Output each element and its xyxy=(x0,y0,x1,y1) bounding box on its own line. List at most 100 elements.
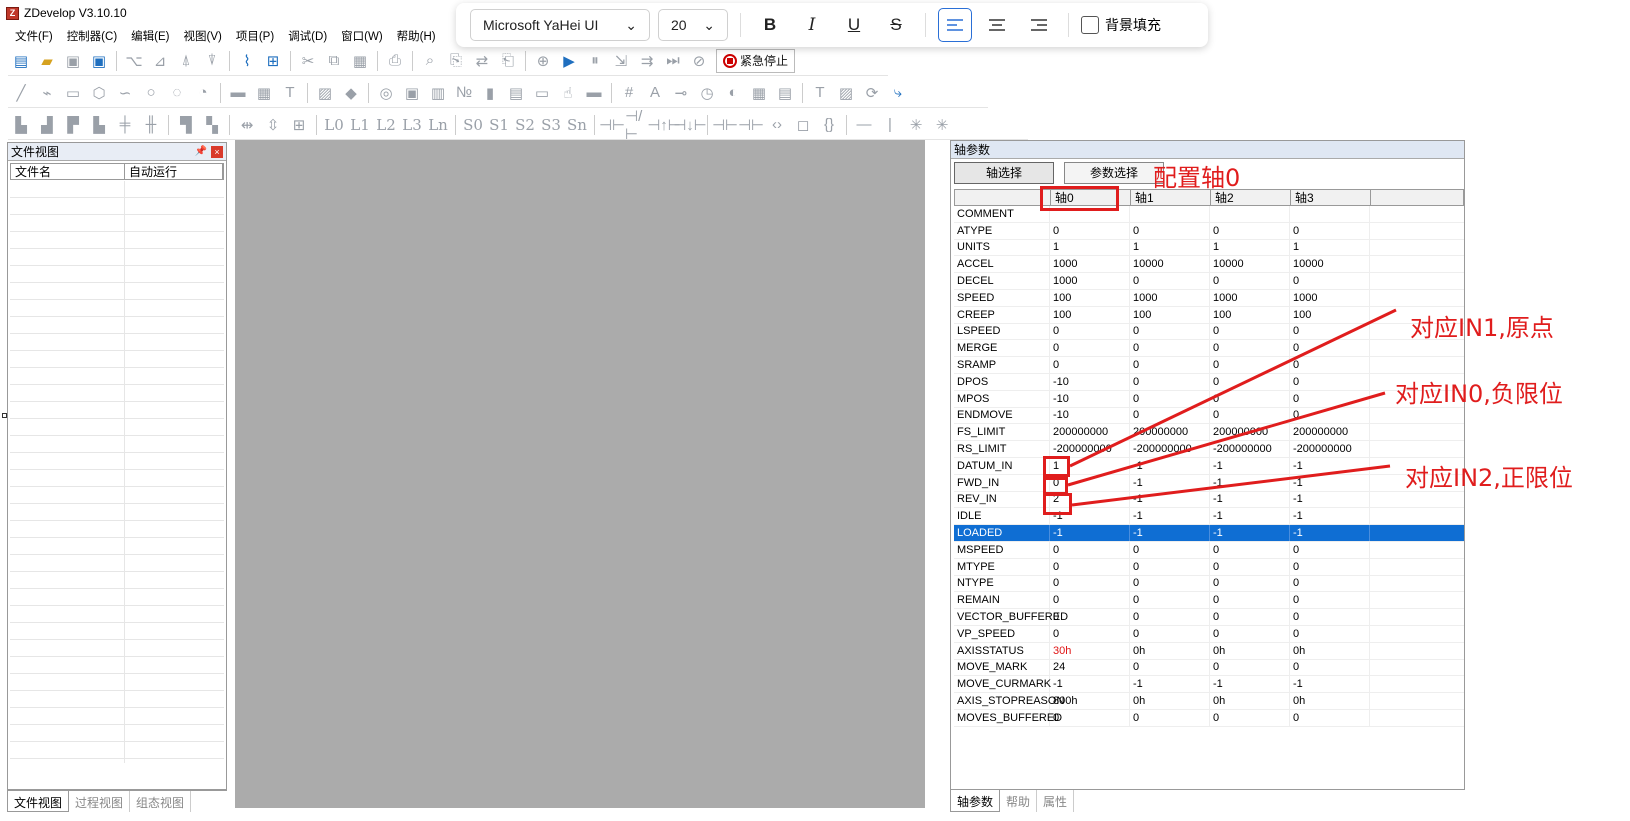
same-width-icon[interactable]: ▜ xyxy=(173,113,199,137)
param-value-cell[interactable]: 0 xyxy=(1130,340,1210,357)
table-row[interactable]: VECTOR_BUFFERED 0 0 0 0 xyxy=(954,609,1464,626)
bold-button[interactable]: B xyxy=(753,8,787,42)
param-value-cell[interactable]: 0 xyxy=(1210,592,1290,609)
table-row[interactable]: COMMENT xyxy=(954,206,1464,223)
button-icon[interactable]: ▭ xyxy=(529,81,555,105)
table-row[interactable]: REV_IN 2 -1 -1 -1 xyxy=(954,491,1464,509)
curve-icon[interactable]: ∽ xyxy=(112,81,138,105)
line-icon[interactable]: ╱ xyxy=(8,81,34,105)
coil-icon[interactable]: ‹› xyxy=(764,113,790,137)
param-value-cell[interactable]: -1 xyxy=(1210,676,1290,693)
param-value-cell[interactable]: 0 xyxy=(1130,609,1210,625)
param-value-cell[interactable]: 0 xyxy=(1130,709,1210,726)
param-value-cell[interactable]: 1000 xyxy=(1130,289,1210,306)
menu-project[interactable]: 项目(P) xyxy=(229,28,281,44)
table-row[interactable]: AXIS_STOPREASON 800h 0h 0h 0h xyxy=(954,693,1464,710)
align-left-obj-icon[interactable]: ▙ xyxy=(8,113,34,137)
emergency-stop-button[interactable]: 紧急停止 xyxy=(716,48,796,73)
param-value-cell[interactable]: 10000 xyxy=(1210,256,1290,273)
param-value-cell[interactable]: 0 xyxy=(1210,541,1290,558)
param-value-cell[interactable]: 0 xyxy=(1050,357,1130,373)
cut-icon[interactable]: ✂ xyxy=(295,49,321,73)
param-value-cell[interactable]: -10 xyxy=(1050,407,1130,424)
axis-select-button[interactable]: 轴选择 xyxy=(954,161,1054,184)
param-value-cell[interactable]: 1 xyxy=(1290,239,1370,256)
param-value-cell[interactable]: 0 xyxy=(1210,659,1290,676)
param-value-cell[interactable]: 0 xyxy=(1210,222,1290,239)
parallel-no-icon[interactable]: ⊣⊢ xyxy=(712,113,738,137)
param-value-cell[interactable]: 0h xyxy=(1290,693,1370,709)
table-row[interactable]: MOVE_MARK 24 0 0 0 xyxy=(954,659,1464,677)
table-row[interactable]: FWD_IN 0 -1 -1 -1 xyxy=(954,474,1464,492)
project-tree-icon[interactable]: ⌥ xyxy=(121,49,147,73)
tab-config-view[interactable]: 组态视图 xyxy=(130,791,192,812)
center-icon[interactable]: ⊞ xyxy=(286,113,312,137)
param-value-cell[interactable]: 0 xyxy=(1210,390,1290,407)
table-row[interactable]: MOVE_CURMARK -1 -1 -1 -1 xyxy=(954,676,1464,694)
param-value-cell[interactable]: 0h xyxy=(1130,642,1210,659)
param-value-cell[interactable]: 10000 xyxy=(1290,256,1370,273)
space-v-icon[interactable]: ⇳ xyxy=(260,113,286,137)
new-file-icon[interactable]: ▤ xyxy=(8,49,34,73)
align-right-button[interactable] xyxy=(1022,8,1056,42)
param-value-cell[interactable]: -200000000 xyxy=(1050,441,1130,457)
table-row[interactable]: ACCEL 1000 10000 10000 10000 xyxy=(954,256,1464,274)
instruction-icon[interactable]: ◻ xyxy=(790,113,816,137)
param-value-cell[interactable]: 0h xyxy=(1290,642,1370,659)
param-value-cell[interactable]: 0 xyxy=(1210,407,1290,424)
step-end-icon[interactable]: ⏭ xyxy=(660,49,686,73)
number-icon[interactable]: № xyxy=(451,81,477,105)
param-value-cell[interactable]: 0 xyxy=(1290,609,1370,625)
table-row[interactable]: UNITS 1 1 1 1 xyxy=(954,239,1464,257)
param-value-cell[interactable]: -1 xyxy=(1290,474,1370,491)
param-value-cell[interactable]: 0 xyxy=(1290,323,1370,340)
param-value-cell[interactable]: 30h xyxy=(1050,642,1130,659)
param-value-cell[interactable]: 0 xyxy=(1290,390,1370,407)
param-value-cell[interactable]: 0 xyxy=(1210,609,1290,625)
bar-icon[interactable]: ▬ xyxy=(581,81,607,105)
param-value-cell[interactable]: 0 xyxy=(1290,373,1370,390)
controller-icon[interactable]: ⊿ xyxy=(147,49,173,73)
menu-edit[interactable]: 编辑(E) xyxy=(124,28,176,44)
param-value-cell[interactable]: -1 xyxy=(1210,525,1290,541)
param-value-cell[interactable]: 0 xyxy=(1130,659,1210,676)
stop-icon[interactable]: ⊘ xyxy=(686,49,712,73)
bookmark-icon[interactable]: ⎗ xyxy=(495,49,521,73)
menu-controller[interactable]: 控制器(C) xyxy=(60,28,124,44)
font-size-select[interactable]: 20 ⌄ xyxy=(658,9,728,41)
param-value-cell[interactable]: 0 xyxy=(1130,558,1210,575)
refresh-icon[interactable]: ⟳ xyxy=(859,81,885,105)
param-value-cell[interactable]: -1 xyxy=(1130,525,1210,541)
param-value-cell[interactable]: 0 xyxy=(1210,373,1290,390)
layer-s3-button[interactable]: S3 xyxy=(538,113,564,137)
pause-icon[interactable]: ⏸ xyxy=(582,49,608,73)
align-left-button[interactable] xyxy=(938,8,972,42)
param-value-cell[interactable]: 0 xyxy=(1130,222,1210,239)
param-value-cell[interactable]: -200000000 xyxy=(1130,441,1210,457)
strikethrough-button[interactable]: S xyxy=(879,8,913,42)
download-icon[interactable]: ⍋ xyxy=(173,49,199,73)
background-fill-toggle[interactable]: 背景填充 xyxy=(1081,15,1161,35)
table-row[interactable]: NTYPE 0 0 0 0 xyxy=(954,575,1464,593)
delete-h-icon[interactable]: ✳ xyxy=(903,113,929,137)
param-value-cell[interactable]: -200000000 xyxy=(1210,441,1290,457)
table-row[interactable]: MOVES_BUFFERED 0 0 0 0 xyxy=(954,709,1464,727)
file-list[interactable] xyxy=(10,181,224,763)
step-into-icon[interactable]: ⇲ xyxy=(608,49,634,73)
save-all-icon[interactable]: ▣ xyxy=(86,49,112,73)
step-over-icon[interactable]: ⇉ xyxy=(634,49,660,73)
param-value-cell[interactable]: 0 xyxy=(1050,609,1130,625)
table-row[interactable]: LOADED -1 -1 -1 -1 xyxy=(954,525,1464,542)
param-value-cell[interactable]: -1 xyxy=(1050,676,1130,693)
save-icon[interactable]: ▣ xyxy=(60,49,86,73)
param-value-cell[interactable]: 0 xyxy=(1290,659,1370,676)
param-value-cell[interactable]: 0 xyxy=(1210,357,1290,373)
param-value-cell[interactable]: 10000 xyxy=(1130,256,1210,273)
slider-control-icon[interactable]: ⊸ xyxy=(668,81,694,105)
table-row[interactable]: VP_SPEED 0 0 0 0 xyxy=(954,625,1464,643)
table-row[interactable]: MERGE 0 0 0 0 xyxy=(954,340,1464,358)
text-input-icon[interactable]: A xyxy=(642,81,668,105)
param-value-cell[interactable]: 200000000 xyxy=(1290,424,1370,441)
layer-ln-button[interactable]: Ln xyxy=(425,113,451,137)
table-row[interactable]: DPOS -10 0 0 0 xyxy=(954,373,1464,391)
